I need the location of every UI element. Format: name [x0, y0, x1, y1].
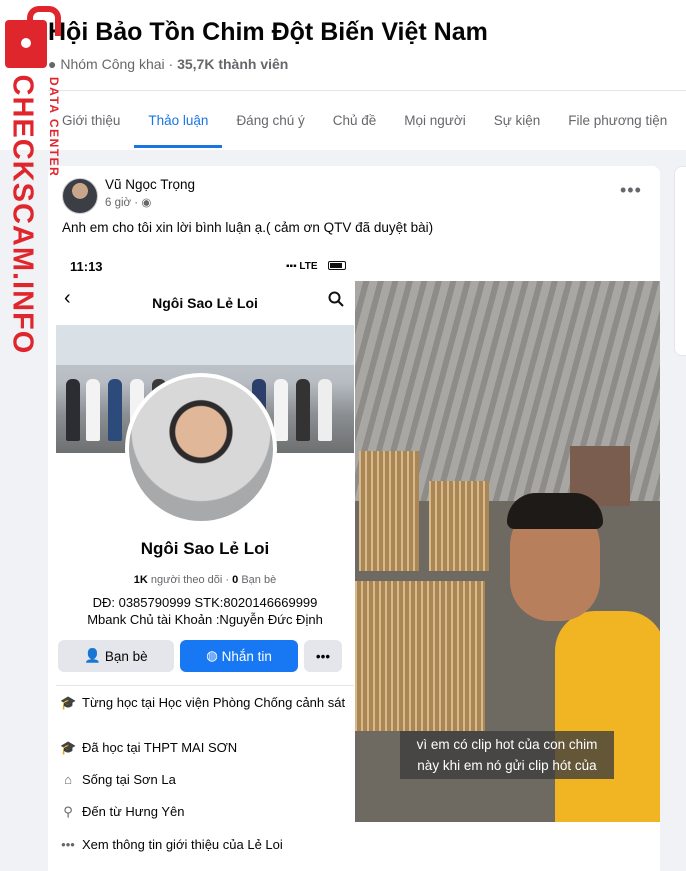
header-divider: [48, 90, 686, 91]
side-card: [674, 166, 686, 356]
group-tabs: Giới thiệu Thảo luận Đáng chú ý Chủ đề M…: [48, 100, 681, 148]
video-caption: vì em có clip hot của con chim này khi e…: [400, 731, 614, 779]
bird-cage: [355, 581, 485, 731]
profile-picture: [125, 373, 277, 525]
friends-button-label: Bạn bè: [104, 648, 148, 664]
message-button: ◍ Nhắn tin: [180, 640, 298, 672]
tab-chu-de[interactable]: Chủ đề: [319, 100, 391, 148]
graduation-cap-icon: 🎓: [60, 695, 77, 710]
followers-count: 1K: [133, 574, 148, 586]
info-text: Xem thông tin giới thiệu của Lẻ Loi: [82, 837, 283, 852]
post-time[interactable]: 6 giờ · ◉: [105, 195, 151, 209]
post-card: Vũ Ngọc Trọng 6 giờ · ◉ ••• Anh em cho t…: [48, 166, 660, 871]
cover-person: [274, 379, 288, 441]
profile-header-title: Ngôi Sao Lẻ Loi: [152, 295, 258, 311]
profile-divider: [56, 685, 354, 686]
info-text: Sống tại Sơn La: [82, 772, 176, 787]
profile-bio-line1: DĐ: 0385790999 STK:8020146669999: [92, 595, 318, 610]
checkscam-watermark: DATA CENTER CHECKSCAM.INFO: [0, 0, 72, 360]
meta-separator: ·: [168, 56, 174, 72]
friends-count: 0: [232, 574, 239, 586]
group-header: Hội Bảo Tồn Chim Đột Biến Việt Nam ● Nhó…: [0, 0, 686, 150]
bird-cage: [429, 481, 489, 571]
followers-label: người theo dõi: [150, 574, 223, 586]
video-person-hair: [507, 493, 603, 529]
profile-bio-line2: Mbank Chủ tài Khoản :Nguyễn Đức Định: [87, 612, 323, 627]
info-text: Đã học tại THPT MAI SƠN: [82, 740, 238, 755]
post-text: Anh em cho tôi xin lời bình luận ạ.( cảm…: [62, 220, 434, 235]
tab-su-kien[interactable]: Sự kiện: [480, 100, 555, 148]
stats-separator: ·: [225, 574, 230, 586]
messenger-icon: ◍: [206, 648, 222, 663]
more-dots-icon: •••: [61, 837, 75, 852]
group-members[interactable]: 35,7K thành viên: [177, 56, 288, 72]
cover-person: [108, 379, 122, 441]
friend-icon: 👤: [84, 648, 105, 663]
group-privacy: Nhóm Công khai: [60, 56, 165, 72]
cover-person: [66, 379, 80, 441]
tab-moi-nguoi[interactable]: Mọi người: [390, 100, 479, 148]
graduation-cap-icon: 🎓: [60, 740, 77, 755]
info-text: Từng học tại Học viện Phòng Chống cảnh s…: [82, 695, 346, 710]
watermark-subtitle: DATA CENTER: [47, 77, 61, 178]
location-pin-icon: ⚲: [63, 804, 73, 819]
profile-screenshot[interactable]: 11:13 ▪▪▪ LTE ‹ Ngôi Sao Lẻ Loi Ngôi Sao…: [56, 249, 354, 871]
tab-dang-chu-y[interactable]: Đáng chú ý: [222, 100, 318, 148]
keyhole-icon: [21, 38, 31, 48]
cover-person: [296, 379, 310, 441]
post-author[interactable]: Vũ Ngọc Trọng: [105, 177, 195, 192]
group-title[interactable]: Hội Bảo Tồn Chim Đột Biến Việt Nam: [48, 18, 488, 47]
profile-stats: 1K người theo dõi · 0 Bạn bè: [56, 574, 354, 586]
caption-text: vì em có clip hot của con chim này khi e…: [416, 737, 598, 773]
watermark-brand: CHECKSCAM.INFO: [6, 74, 39, 355]
globe-icon: ◉: [141, 197, 152, 209]
signal-bars-icon: ▪▪▪: [286, 261, 300, 272]
lock-icon: [5, 6, 61, 68]
friends-label: Bạn bè: [241, 574, 277, 586]
profile-name: Ngôi Sao Lẻ Loi: [140, 539, 270, 558]
video-person-shirt: [555, 611, 660, 822]
post-video[interactable]: vì em có clip hot của con chim này khi e…: [355, 281, 660, 822]
signal-icon: ▪▪▪ LTE: [286, 261, 318, 272]
friends-button: 👤 Bạn bè: [58, 640, 174, 672]
cover-sky: [56, 325, 354, 365]
post-more-icon[interactable]: •••: [620, 180, 642, 201]
cover-person: [86, 379, 100, 441]
message-button-label: Nhắn tin: [221, 648, 272, 664]
info-text: Đến từ Hưng Yên: [82, 804, 185, 819]
battery-icon: [328, 261, 346, 270]
profile-more-button: •••: [304, 640, 342, 672]
group-meta: ● Nhóm Công khai · 35,7K thành viên: [48, 56, 288, 72]
cover-person: [318, 379, 332, 441]
network-type: LTE: [299, 261, 318, 272]
status-time: 11:13: [70, 259, 103, 274]
home-icon: ⌂: [64, 772, 72, 787]
tab-file-phuong-tien[interactable]: File phương tiện: [554, 100, 681, 148]
post-timestamp[interactable]: 6 giờ ·: [105, 197, 138, 209]
tab-thao-luan[interactable]: Thảo luận: [134, 100, 223, 148]
bird-cage: [359, 451, 419, 571]
search-icon: [328, 291, 344, 307]
